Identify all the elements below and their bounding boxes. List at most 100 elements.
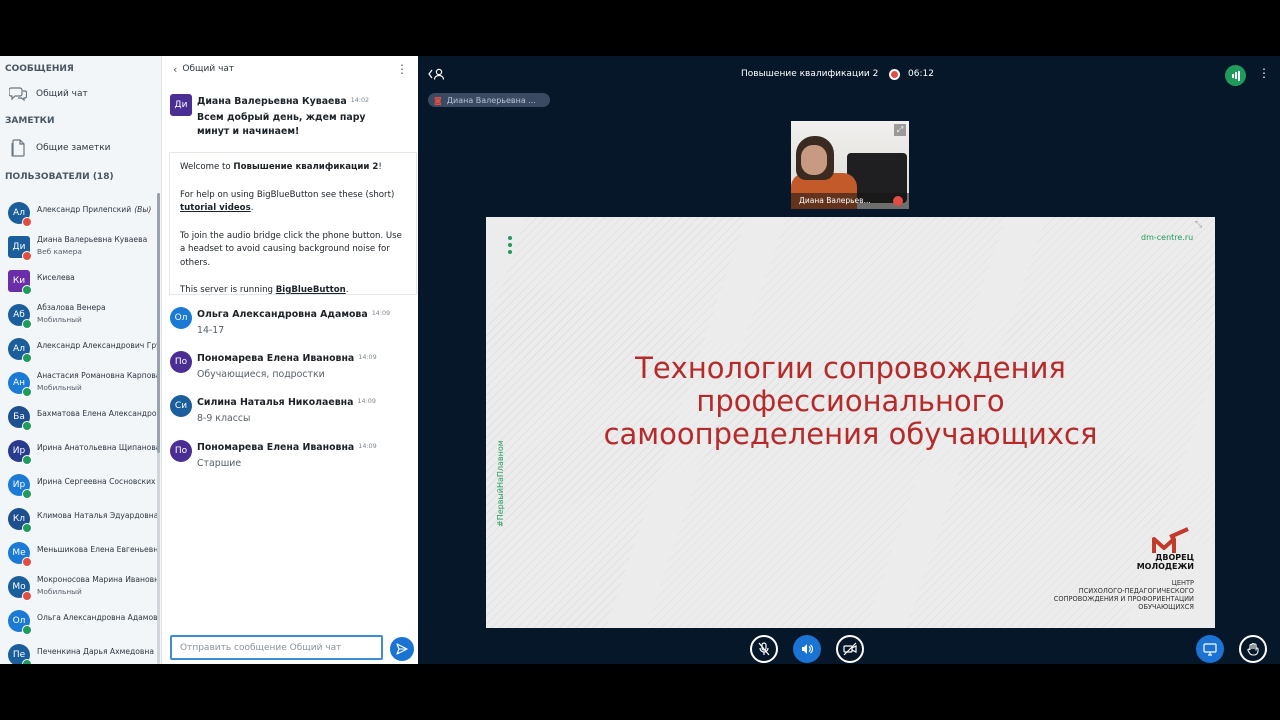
public-chat-item[interactable]: Общий чат bbox=[0, 80, 161, 108]
audio-button[interactable] bbox=[793, 635, 821, 663]
chat-title[interactable]: Общий чат bbox=[182, 64, 234, 74]
user-list-item[interactable]: Ир Ирина Сергеевна Сосновских bbox=[0, 468, 158, 502]
slide-title-line: профессионального bbox=[696, 384, 1005, 418]
user-name-text: Ольга Александровна Адамова bbox=[37, 613, 157, 622]
presentation-slide[interactable]: ⤡ dm-centre.ru Технологии сопровождения … bbox=[486, 217, 1215, 628]
mic-muted-icon bbox=[22, 251, 32, 261]
message-author: Пономарева Елена Ивановна 14:09 bbox=[197, 442, 377, 453]
user-name-text: Киселева bbox=[37, 273, 75, 282]
user-list-item[interactable]: Ди Диана Валерьевна Куваева Веб камера bbox=[0, 230, 158, 264]
user-list-item[interactable]: Ме Меньшикова Елена Евгеньевна bbox=[0, 536, 158, 570]
signal-bar bbox=[1231, 73, 1234, 78]
mic-off-icon bbox=[758, 642, 770, 656]
user-name-text: Климова Наталья Эдуардовна bbox=[37, 511, 157, 520]
message-text: Всем добрый день, ждем пару минут и начи… bbox=[197, 112, 366, 137]
user-status: Мобильный bbox=[37, 587, 82, 596]
mute-button[interactable] bbox=[750, 635, 778, 663]
user-list-item[interactable]: Ал Александр Александрович Гру... bbox=[0, 332, 158, 366]
user-list-item[interactable]: Мо Мокроносова Марина Ивановна Мобильный bbox=[0, 570, 158, 604]
author-name: Ольга Александровна Адамова bbox=[197, 309, 368, 320]
recording-time: 06:12 bbox=[908, 69, 934, 79]
slide-fullscreen-icon[interactable]: ⤡ bbox=[1195, 220, 1202, 230]
mic-icon bbox=[22, 625, 32, 635]
user-list-item[interactable]: Ир Ирина Анатольевна Щипанова bbox=[0, 434, 158, 468]
user-name: Анастасия Романовна Карпова bbox=[37, 371, 157, 380]
avatar: Си bbox=[170, 395, 192, 417]
user-name-text: Анастасия Романовна Карпова bbox=[37, 371, 157, 380]
user-list-item[interactable]: Кл Климова Наталья Эдуардовна bbox=[0, 502, 158, 536]
user-name-text: Александр Прилепский bbox=[37, 205, 132, 214]
shared-notes-item[interactable]: Общие заметки bbox=[0, 134, 161, 162]
author-name: Пономарева Елена Ивановна bbox=[197, 353, 355, 364]
presentation-area: Повышение квалификации 2 06:12 ⋮ ◙ Диана … bbox=[418, 56, 1280, 664]
meeting-title: Повышение квалификации 2 bbox=[741, 69, 879, 79]
message-text: 8-9 классы bbox=[197, 413, 251, 424]
user-name-text: Ирина Сергеевна Сосновских bbox=[37, 477, 156, 486]
menu-dots-icon bbox=[508, 236, 512, 257]
user-list-item[interactable]: Аб Абзалова Венера Мобильный bbox=[0, 298, 158, 332]
user-name-text: Мокроносова Марина Ивановна bbox=[37, 575, 157, 584]
message-time: 14:09 bbox=[371, 309, 391, 317]
org-name-line: ДВОРЕЦ bbox=[1155, 553, 1194, 562]
user-list-item[interactable]: Ан Анастасия Романовна Карпова Мобильный bbox=[0, 366, 158, 400]
user-status: Веб камера bbox=[37, 247, 82, 256]
mic-icon bbox=[22, 455, 32, 465]
send-icon bbox=[396, 643, 408, 655]
user-list-item[interactable]: Ки Киселева bbox=[0, 264, 158, 298]
slide-hashtag: #ПервыйНаПлавном bbox=[496, 440, 505, 527]
chevron-left-icon[interactable]: ‹ bbox=[173, 63, 177, 76]
message-author: Ольга Александровна Адамова 14:09 bbox=[197, 309, 390, 320]
connection-status-button[interactable] bbox=[1225, 65, 1246, 86]
user-name-text: Александр Александрович Гру... bbox=[37, 341, 157, 350]
message-author: Силина Наталья Николаевна 14:09 bbox=[197, 397, 376, 408]
mic-off-icon bbox=[893, 196, 903, 206]
screen-share-button[interactable] bbox=[1196, 635, 1224, 663]
webcam-person-face bbox=[801, 145, 827, 175]
mic-muted-icon bbox=[22, 217, 32, 227]
user-list-item[interactable]: Ал Александр Прилепский (Вы) bbox=[0, 196, 158, 230]
user-name: Бахматова Елена Александро... bbox=[37, 409, 157, 418]
message-text: Старшие bbox=[197, 458, 242, 469]
user-list-scroll-thumb[interactable] bbox=[157, 193, 160, 453]
user-name: Мокроносова Марина Ивановна bbox=[37, 575, 157, 584]
fullscreen-icon[interactable]: ⤢ bbox=[894, 124, 906, 136]
raise-hand-button[interactable] bbox=[1239, 635, 1267, 663]
bigbluebutton-link[interactable]: BigBlueButton bbox=[276, 285, 346, 295]
more-options-icon[interactable]: ⋮ bbox=[396, 62, 408, 76]
help-text: For help on using BigBlueButton see thes… bbox=[180, 189, 395, 200]
webcam-video[interactable]: Диана Валерьев... ⤢ bbox=[791, 121, 909, 209]
user-list-item[interactable]: Ол Ольга Александровна Адамова bbox=[0, 604, 158, 638]
user-name: Печенкина Дарья Ахмедовна bbox=[37, 647, 157, 656]
video-off-icon bbox=[843, 642, 857, 656]
hand-icon bbox=[1247, 642, 1259, 656]
user-list-panel: СООБЩЕНИЯ Общий чат ЗАМЕТКИ Общие заметк… bbox=[0, 56, 162, 664]
mic-icon bbox=[22, 523, 32, 533]
mic-icon bbox=[22, 387, 32, 397]
mic-icon bbox=[22, 319, 32, 329]
send-button[interactable] bbox=[390, 637, 414, 661]
message-time: 14:02 bbox=[350, 96, 370, 104]
webcam-user-name: Диана Валерьев... bbox=[791, 193, 909, 209]
options-menu-icon[interactable]: ⋮ bbox=[1258, 66, 1270, 80]
shared-notes-label: Общие заметки bbox=[36, 143, 111, 153]
author-name: Силина Наталья Николаевна bbox=[197, 397, 354, 408]
mic-muted-icon bbox=[22, 591, 32, 601]
chat-message-input[interactable]: Отправить сообщение Общий чат bbox=[170, 635, 383, 660]
tutorial-videos-link[interactable]: tutorial videos bbox=[180, 203, 251, 213]
user-list-item[interactable]: Пе Печенкина Дарья Ахмедовна bbox=[0, 638, 158, 664]
mic-off-icon: ◙ bbox=[434, 95, 442, 105]
user-list-item[interactable]: Ба Бахматова Елена Александро... bbox=[0, 400, 158, 434]
talking-indicator[interactable]: ◙ Диана Валерьевна ... bbox=[428, 93, 550, 107]
video-button[interactable] bbox=[836, 635, 864, 663]
recording-indicator-icon[interactable] bbox=[889, 69, 900, 80]
user-name-text: Абзалова Венера bbox=[37, 303, 106, 312]
user-status: Мобильный bbox=[37, 383, 82, 392]
user-name-text: Печенкина Дарья Ахмедовна bbox=[37, 647, 155, 656]
organization-name: ДВОРЕЦ МОЛОДЕЖИ bbox=[1026, 553, 1194, 571]
mic-icon bbox=[22, 421, 32, 431]
toggle-userlist-button[interactable] bbox=[428, 68, 446, 83]
chat-header: ‹ Общий чат ⋮ bbox=[162, 56, 418, 82]
user-name-text: Бахматова Елена Александро... bbox=[37, 409, 157, 418]
welcome-meeting-name: Повышение квалификации 2 bbox=[233, 162, 379, 172]
you-label: (Вы) bbox=[134, 205, 152, 214]
